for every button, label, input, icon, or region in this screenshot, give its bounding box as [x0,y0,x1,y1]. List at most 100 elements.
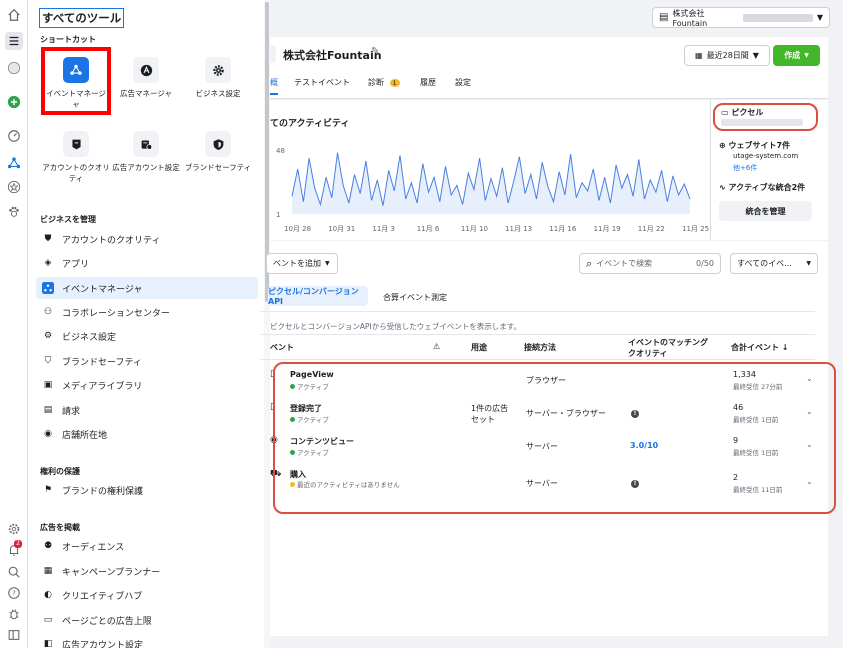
nav-account-quality[interactable]: ⛊ アカウントのクオリティ [36,228,258,250]
col-event[interactable]: ベント [270,342,294,353]
event-search-input[interactable]: ⌕ イベントで検索 0/50 [579,253,721,274]
ads-manager-icon [133,57,159,83]
ads-heading: 広告を掲載 [40,523,80,532]
diagnostics-badge: 1 [389,79,400,87]
nav-event-manager[interactable]: イベントマネージャ [36,277,258,299]
shortcut-ad-account-settings[interactable]: 広告アカウント設定 [111,131,181,173]
nav-label: クリエイティブハブ [62,591,143,602]
image-icon: ▣ [43,380,53,390]
search-icon: ⌕ [586,256,593,270]
ad-account-settings-icon [133,131,159,157]
divider [260,311,815,312]
nav-label: 店舗所在地 [62,430,108,441]
shortcut-account-quality[interactable]: アカウントのクオリティ [41,131,111,184]
business-icon: ▤ [659,12,669,23]
nav-label: イベントマネージャ [62,284,143,295]
sidebar-toggle-icon[interactable] [5,626,23,644]
nav-store-locations[interactable]: ◉ 店舗所在地 [36,423,258,445]
calendar-icon: ▦ [695,51,703,60]
nav-ad-account-settings[interactable]: ◧ 広告アカウント設定 [36,633,258,648]
speedometer-icon[interactable] [5,127,23,145]
event-filter-dropdown[interactable]: すべてのイベ... ▼ [730,253,818,274]
rights-heading: 権利の保護 [40,467,80,476]
nav-apps[interactable]: ◈ アプリ [36,252,258,274]
divider [260,334,815,335]
home-icon[interactable] [5,6,23,24]
account-id-redacted [743,13,813,22]
event-manager-icon[interactable] [5,154,23,172]
nav-business-settings[interactable]: ⚙ ビジネス設定 [36,325,258,347]
x-tick-label: 10月 28 [284,225,311,233]
x-tick-label: 11月 13 [505,225,532,233]
shortcut-brand-safety[interactable]: ブランドセーフティ [183,131,253,173]
subtab-pixel-capi[interactable]: ピクセル/コンバージョンAPI [268,286,368,306]
nav-label: コラボレーションセンター [62,308,170,319]
star-icon[interactable] [5,178,23,196]
nav-label: ブランドセーフティ [62,357,142,368]
account-quality-icon [63,131,89,157]
tab-diagnostics[interactable]: 診断 1 [368,77,400,88]
nav-media-library[interactable]: ▣ メディアライブラリ [36,374,258,396]
date-range-selector[interactable]: ▦ 最近28日間 ▼ [684,45,770,66]
search-icon[interactable] [5,563,23,581]
shortcut-business-settings[interactable]: ビジネス設定 [183,57,253,99]
shortcut-label: ブランドセーフティ [184,163,252,172]
activity-line-chart: 48 1 10月 28 10月 31 11月 3 11月 6 11月 10 11月 13 11月… [276,147,709,233]
panel-title: すべてのツール [39,8,125,28]
shortcut-ads-manager[interactable]: 広告マネージャ [111,57,181,99]
events-description: ピクセルとコンバージョンAPIから受信したウェブイベントを表示します。 [270,322,521,331]
create-button[interactable]: 作成 ▼ [773,45,820,66]
bug-icon[interactable] [5,605,23,623]
col-total-events[interactable]: 合計イベント ↓ [731,342,789,353]
account-selector[interactable]: ▤ 株式会社Fountain ▼ [652,7,830,28]
x-tick-label: 11月 10 [461,225,488,233]
account-avatar-icon[interactable] [5,59,23,77]
tab-overview[interactable]: 概 [270,77,278,95]
activity-title: てのアクティビティ [270,119,350,129]
gear-icon[interactable] [5,520,23,538]
tab-history[interactable]: 履歴 [420,77,436,88]
nav-campaign-planner[interactable]: ▦ キャンペーンプランナー [36,560,258,582]
col-usage[interactable]: 用途 [471,342,487,353]
tab-settings[interactable]: 設定 [455,77,471,88]
chevron-down-icon: ▼ [816,13,823,22]
globe-icon: ⊕ [719,141,726,150]
edit-pencil-icon[interactable]: ✎ [371,46,379,57]
nav-creative-hub[interactable]: ◐ クリエイティブハブ [36,584,258,606]
flag-icon: ⚑ [43,485,53,495]
nav-page-ad-limits[interactable]: ▭ ページごとの広告上限 [36,609,258,631]
chevron-down-icon: ▼ [325,260,330,267]
event-manager-icon [63,57,89,83]
gear-icon: ⚙ [43,331,53,341]
menu-icon[interactable] [5,32,23,50]
notification-bell-icon[interactable]: 2 [5,540,23,559]
paw-icon[interactable] [5,203,23,221]
divider [260,359,815,360]
x-tick-label: 11月 16 [549,225,577,233]
nav-audiences[interactable]: ⚉ オーディエンス [36,535,258,557]
nav-billing[interactable]: ▤ 請求 [36,399,258,421]
filter-label: すべてのイベ... [737,259,792,268]
tab-test-events[interactable]: テストイベント [294,77,350,88]
search-count: 0/50 [696,259,714,268]
nav-brand-safety[interactable]: ⛉ ブランドセーフティ [36,350,258,372]
website-more-link[interactable]: 他+6件 [733,163,757,173]
subtab-aggregated-event-measurement[interactable]: 合算イベント測定 [383,292,447,303]
shortcut-event-manager[interactable]: イベントマネージャ [41,47,111,115]
create-plus-icon[interactable] [5,93,23,111]
palette-icon: ◐ [44,590,52,600]
add-event-button[interactable]: ベントを追加 ▼ [266,253,338,274]
nav-collaboration-center[interactable]: ⚇ コラボレーションセンター [36,301,258,323]
help-icon[interactable]: ? [5,584,23,602]
col-match-quality-line1[interactable]: イベントのマッチング [628,337,708,348]
dataset-title: 株式会社Fountain [283,49,382,62]
col-match-quality-line2[interactable]: クオリティ [628,348,668,359]
col-connection-method[interactable]: 接続方法 [524,342,556,353]
integrations-row: ∿ アクティブな統合2件 [719,182,805,193]
event-manager-icon [41,282,55,294]
nav-label: メディアライブラリ [62,381,143,392]
nav-brand-rights-protection[interactable]: ⚑ ブランドの権利保護 [36,479,258,501]
date-range-label: 最近28日間 [706,51,749,60]
manage-integrations-button[interactable]: 統合を管理 [719,201,812,221]
dataset-header: 株式会社Fountain ✎ ▦ 最近28日間 ▼ 作成 ▼ 概 テストイベント… [270,37,828,99]
